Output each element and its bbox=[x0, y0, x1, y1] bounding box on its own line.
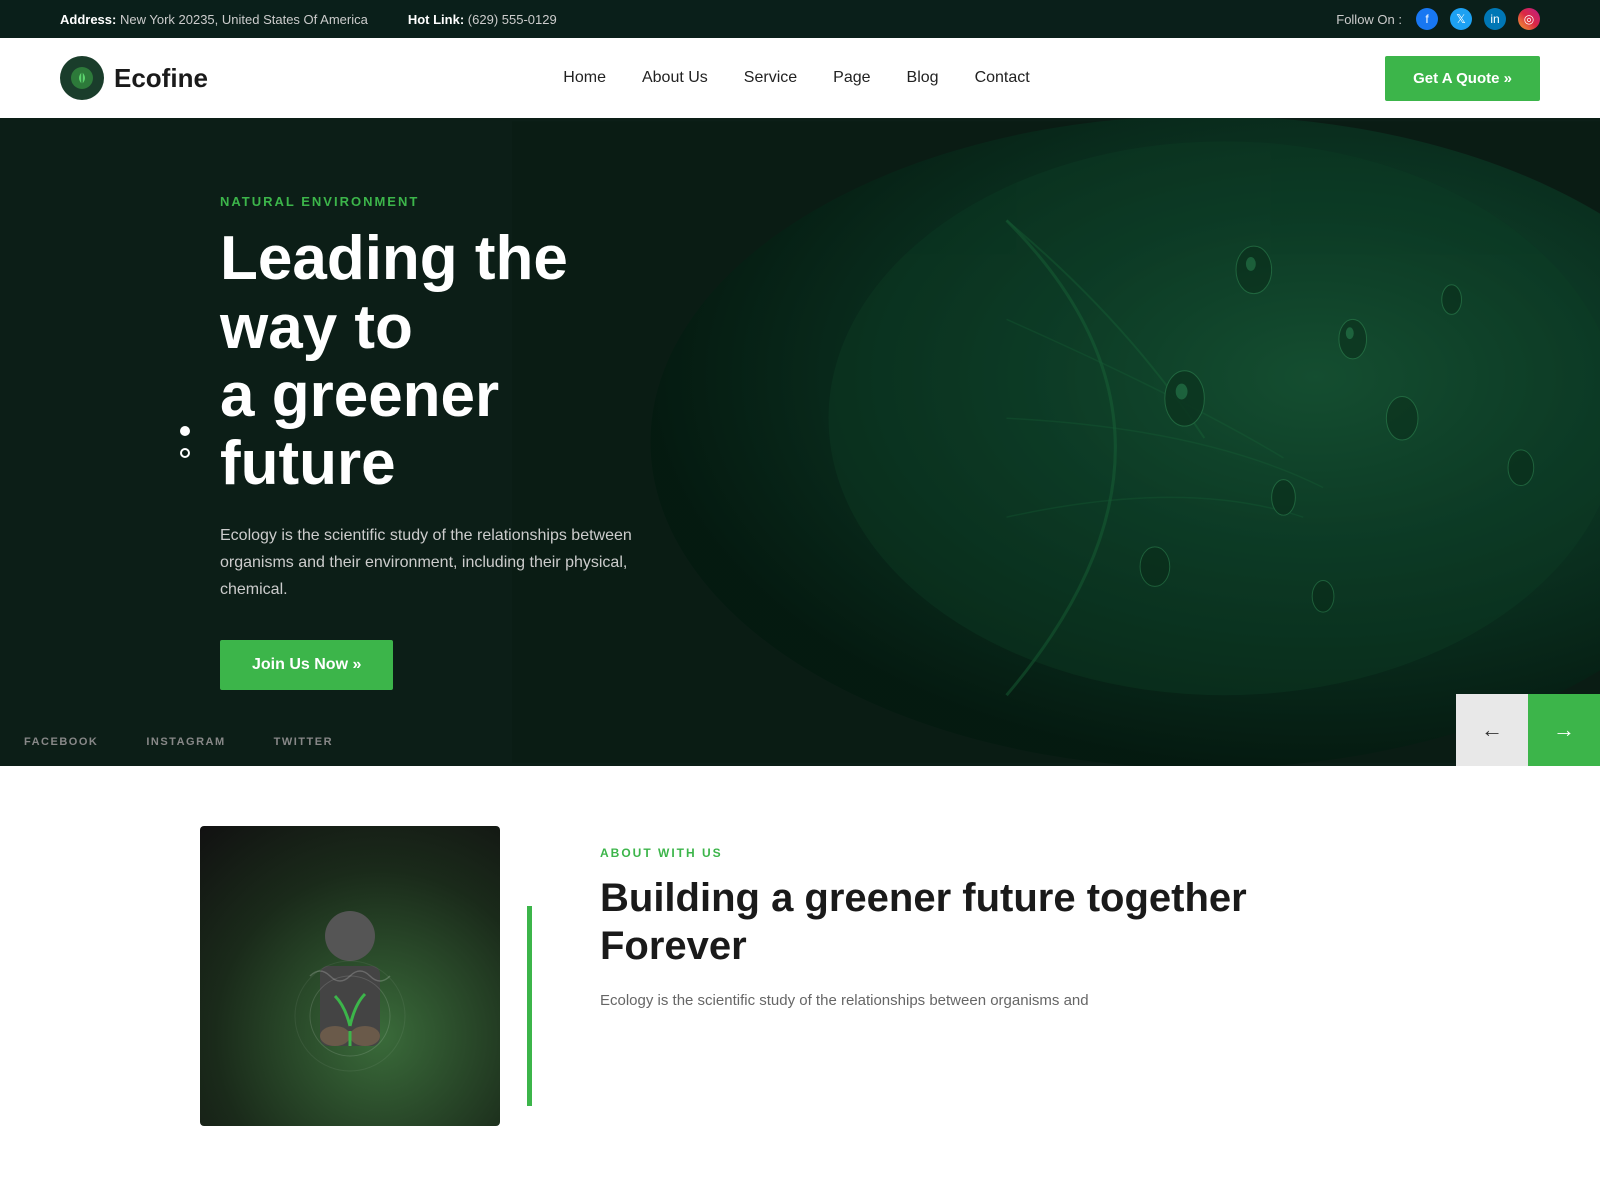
slider-dots bbox=[180, 426, 190, 458]
about-description: Ecology is the scientific study of the r… bbox=[600, 988, 1400, 1014]
social-facebook[interactable]: FACEBOOK bbox=[0, 718, 122, 766]
hero-social-bar: FACEBOOK INSTAGRAM TWITTER bbox=[0, 718, 357, 766]
hero-description: Ecology is the scientific study of the r… bbox=[220, 522, 680, 604]
join-us-button[interactable]: Join Us Now » bbox=[220, 640, 393, 690]
top-bar-left: Address: New York 20235, United States O… bbox=[60, 12, 557, 27]
hero-subtitle: NATURAL ENVIRONMENT bbox=[220, 194, 680, 209]
nav-blog[interactable]: Blog bbox=[907, 69, 939, 87]
address: Address: New York 20235, United States O… bbox=[60, 12, 368, 27]
about-section: ABOUT WITH US Building a greener future … bbox=[0, 766, 1600, 1186]
linkedin-icon[interactable]: in bbox=[1484, 8, 1506, 30]
facebook-icon[interactable]: f bbox=[1416, 8, 1438, 30]
navbar: Ecofine Home About Us Service Page Blog … bbox=[0, 38, 1600, 118]
nav-links: Home About Us Service Page Blog Contact bbox=[563, 69, 1029, 87]
nav-contact[interactable]: Contact bbox=[975, 69, 1030, 87]
nav-service[interactable]: Service bbox=[744, 69, 797, 87]
next-arrow-button[interactable]: → bbox=[1528, 694, 1600, 766]
social-instagram[interactable]: INSTAGRAM bbox=[122, 718, 249, 766]
about-subtitle: ABOUT WITH US bbox=[600, 846, 1400, 860]
about-image-accent bbox=[527, 906, 532, 1106]
about-person-svg bbox=[250, 876, 450, 1076]
about-image-inner bbox=[200, 826, 500, 1126]
twitter-icon[interactable]: 𝕏 bbox=[1450, 8, 1472, 30]
slider-arrows: ← → bbox=[1456, 694, 1600, 766]
social-icons: f 𝕏 in ◎ bbox=[1416, 8, 1540, 30]
about-image bbox=[200, 826, 500, 1126]
about-image-wrapper bbox=[200, 826, 520, 1126]
hero-section: NATURAL ENVIRONMENT Leading the way to a… bbox=[0, 118, 1600, 766]
instagram-icon[interactable]: ◎ bbox=[1518, 8, 1540, 30]
nav-page[interactable]: Page bbox=[833, 69, 870, 87]
about-content: ABOUT WITH US Building a greener future … bbox=[600, 826, 1400, 1014]
follow-label: Follow On : bbox=[1336, 12, 1402, 27]
logo-icon bbox=[60, 56, 104, 100]
top-bar: Address: New York 20235, United States O… bbox=[0, 0, 1600, 38]
logo-text: Ecofine bbox=[114, 63, 208, 94]
hero-content: NATURAL ENVIRONMENT Leading the way to a… bbox=[0, 194, 680, 689]
slider-dot-1[interactable] bbox=[180, 426, 190, 436]
leaf-logo-svg bbox=[68, 64, 96, 92]
logo: Ecofine bbox=[60, 56, 208, 100]
nav-about[interactable]: About Us bbox=[642, 69, 708, 87]
hotlink: Hot Link: (629) 555-0129 bbox=[408, 12, 557, 27]
nav-home[interactable]: Home bbox=[563, 69, 606, 87]
top-bar-right: Follow On : f 𝕏 in ◎ bbox=[1336, 8, 1540, 30]
about-title: Building a greener future together Forev… bbox=[600, 874, 1400, 970]
prev-arrow-button[interactable]: ← bbox=[1456, 694, 1528, 766]
hero-title: Leading the way to a greener future bbox=[220, 225, 680, 498]
get-quote-button[interactable]: Get A Quote » bbox=[1385, 56, 1540, 101]
social-twitter[interactable]: TWITTER bbox=[250, 718, 357, 766]
slider-dot-2[interactable] bbox=[180, 448, 190, 458]
